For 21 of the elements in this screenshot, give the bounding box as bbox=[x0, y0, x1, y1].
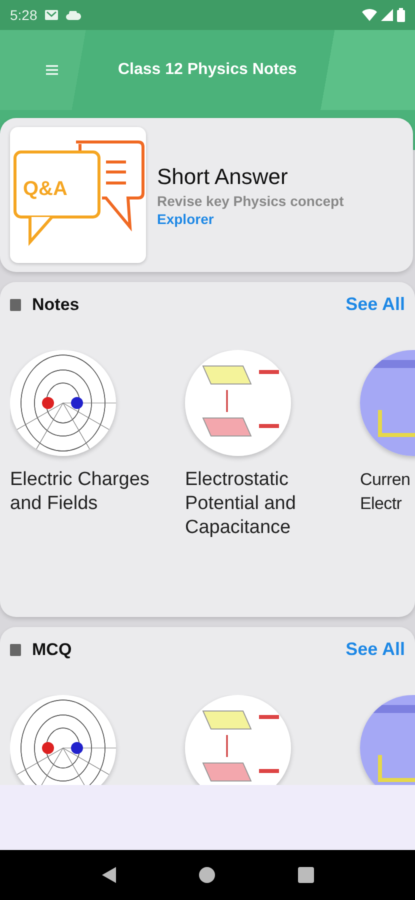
app-title: Class 12 Physics Notes bbox=[118, 61, 297, 79]
signal-icon bbox=[381, 9, 393, 21]
qa-label: Q&A bbox=[23, 178, 68, 201]
back-icon[interactable] bbox=[102, 867, 116, 883]
mail-icon bbox=[45, 10, 58, 20]
card-title: Short Answer bbox=[157, 164, 289, 190]
recents-icon[interactable] bbox=[298, 867, 314, 883]
cloud-icon bbox=[66, 10, 82, 20]
section-title: MCQ bbox=[32, 640, 72, 660]
home-icon[interactable] bbox=[198, 867, 214, 883]
topic-title[interactable]: Curren Electr bbox=[360, 468, 415, 516]
card-subtitle: Revise key Physics concept bbox=[157, 192, 344, 208]
wifi-icon bbox=[362, 9, 377, 21]
feature-card[interactable]: Q&A Short Answer Revise key Physics concept Explorer bbox=[0, 118, 413, 272]
topic-title[interactable]: Electrostatic Potential and Capacitance bbox=[185, 468, 350, 540]
book-icon bbox=[10, 644, 21, 656]
section-title: Notes bbox=[32, 294, 80, 314]
topic-title[interactable]: Electric Charges and Fields bbox=[10, 468, 175, 516]
status-time: 5:28 bbox=[10, 7, 38, 23]
battery-icon bbox=[397, 8, 405, 22]
book-icon bbox=[10, 298, 21, 310]
